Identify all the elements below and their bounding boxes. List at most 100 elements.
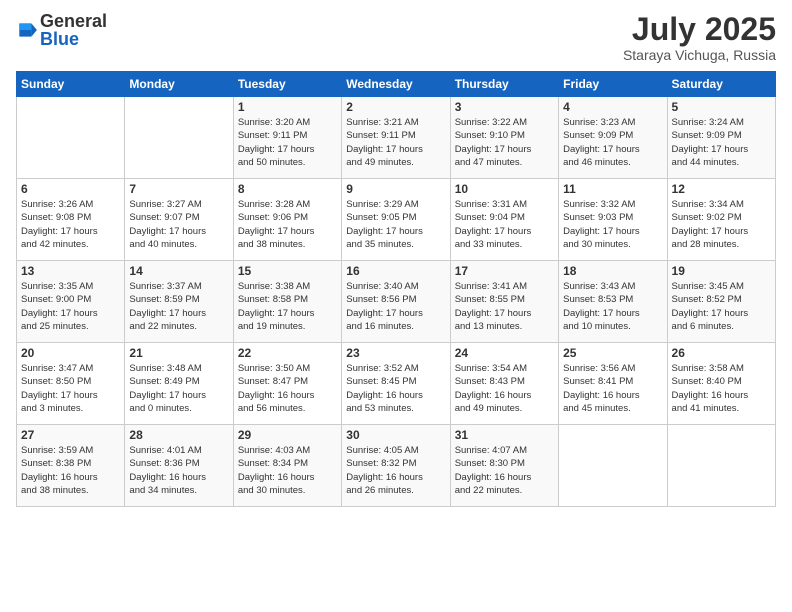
day-number: 21	[129, 346, 228, 360]
day-number: 20	[21, 346, 120, 360]
calendar-cell: 11 Sunrise: 3:32 AM Sunset: 9:03 PM Dayli…	[559, 179, 667, 261]
day-number: 3	[455, 100, 554, 114]
calendar-cell: 29 Sunrise: 4:03 AM Sunset: 8:34 PM Dayli…	[233, 425, 341, 507]
week-row-1: 1Sunrise: 3:20 AM Sunset: 9:11 PM Daylig…	[17, 97, 776, 179]
day-number: 11	[563, 182, 662, 196]
calendar-table: Sunday Monday Tuesday Wednesday Thursday…	[16, 71, 776, 507]
week-row-2: 6 Sunrise: 3:26 AM Sunset: 9:08 PM Daylig…	[17, 179, 776, 261]
day-number: 25	[563, 346, 662, 360]
calendar-cell: 5 Sunrise: 3:24 AM Sunset: 9:09 PM Daylig…	[667, 97, 775, 179]
calendar-cell: 31 Sunrise: 4:07 AM Sunset: 8:30 PM Dayli…	[450, 425, 558, 507]
day-info: Sunrise: 3:45 AM Sunset: 8:52 PM Dayligh…	[672, 280, 771, 333]
day-info: Sunrise: 4:05 AM Sunset: 8:32 PM Dayligh…	[346, 444, 445, 497]
day-info: Sunrise: 3:29 AM Sunset: 9:05 PM Dayligh…	[346, 198, 445, 251]
day-number: 31	[455, 428, 554, 442]
day-number: 24	[455, 346, 554, 360]
calendar-cell: 30 Sunrise: 4:05 AM Sunset: 8:32 PM Dayli…	[342, 425, 450, 507]
calendar-cell: 22 Sunrise: 3:50 AM Sunset: 8:47 PM Dayli…	[233, 343, 341, 425]
day-number: 19	[672, 264, 771, 278]
header: General Blue July 2025 Staraya Vichuga, …	[16, 12, 776, 63]
day-number: 30	[346, 428, 445, 442]
logo-icon	[16, 19, 38, 41]
day-number: 27	[21, 428, 120, 442]
day-info: Sunrise: 4:01 AM Sunset: 8:36 PM Dayligh…	[129, 444, 228, 497]
calendar-cell: 24 Sunrise: 3:54 AM Sunset: 8:43 PM Dayli…	[450, 343, 558, 425]
calendar-cell: 26 Sunrise: 3:58 AM Sunset: 8:40 PM Dayli…	[667, 343, 775, 425]
day-info: Sunrise: 3:56 AM Sunset: 8:41 PM Dayligh…	[563, 362, 662, 415]
day-number: 9	[346, 182, 445, 196]
header-row: Sunday Monday Tuesday Wednesday Thursday…	[17, 72, 776, 97]
day-info: Sunrise: 3:48 AM Sunset: 8:49 PM Dayligh…	[129, 362, 228, 415]
day-number: 15	[238, 264, 337, 278]
month-year: July 2025	[623, 12, 776, 47]
day-info: Sunrise: 3:27 AM Sunset: 9:07 PM Dayligh…	[129, 198, 228, 251]
day-number: 6	[21, 182, 120, 196]
week-row-5: 27 Sunrise: 3:59 AM Sunset: 8:38 PM Dayli…	[17, 425, 776, 507]
day-info: Sunrise: 3:50 AM Sunset: 8:47 PM Dayligh…	[238, 362, 337, 415]
day-info: Sunrise: 4:03 AM Sunset: 8:34 PM Dayligh…	[238, 444, 337, 497]
calendar-cell: 12 Sunrise: 3:34 AM Sunset: 9:02 PM Dayli…	[667, 179, 775, 261]
day-info: Sunrise: 3:34 AM Sunset: 9:02 PM Dayligh…	[672, 198, 771, 251]
calendar-cell: 4Sunrise: 3:23 AM Sunset: 9:09 PM Daylig…	[559, 97, 667, 179]
day-info: Sunrise: 3:32 AM Sunset: 9:03 PM Dayligh…	[563, 198, 662, 251]
day-info: Sunrise: 3:24 AM Sunset: 9:09 PM Dayligh…	[672, 116, 771, 169]
day-info: Sunrise: 3:22 AM Sunset: 9:10 PM Dayligh…	[455, 116, 554, 169]
calendar-cell: 21 Sunrise: 3:48 AM Sunset: 8:49 PM Dayli…	[125, 343, 233, 425]
calendar-cell: 23Sunrise: 3:52 AM Sunset: 8:45 PM Dayli…	[342, 343, 450, 425]
calendar-cell: 18Sunrise: 3:43 AM Sunset: 8:53 PM Dayli…	[559, 261, 667, 343]
day-number: 7	[129, 182, 228, 196]
day-number: 17	[455, 264, 554, 278]
calendar-cell: 10 Sunrise: 3:31 AM Sunset: 9:04 PM Dayli…	[450, 179, 558, 261]
day-number: 22	[238, 346, 337, 360]
logo: General Blue	[16, 12, 107, 48]
calendar-cell: 19 Sunrise: 3:45 AM Sunset: 8:52 PM Dayli…	[667, 261, 775, 343]
calendar-cell: 2 Sunrise: 3:21 AM Sunset: 9:11 PM Daylig…	[342, 97, 450, 179]
day-number: 10	[455, 182, 554, 196]
calendar-cell: 8Sunrise: 3:28 AM Sunset: 9:06 PM Daylig…	[233, 179, 341, 261]
day-info: Sunrise: 3:23 AM Sunset: 9:09 PM Dayligh…	[563, 116, 662, 169]
day-number: 23	[346, 346, 445, 360]
col-tuesday: Tuesday	[233, 72, 341, 97]
day-info: Sunrise: 3:31 AM Sunset: 9:04 PM Dayligh…	[455, 198, 554, 251]
day-info: Sunrise: 3:38 AM Sunset: 8:58 PM Dayligh…	[238, 280, 337, 333]
page: General Blue July 2025 Staraya Vichuga, …	[0, 0, 792, 612]
calendar-cell: 16Sunrise: 3:40 AM Sunset: 8:56 PM Dayli…	[342, 261, 450, 343]
day-number: 12	[672, 182, 771, 196]
calendar-cell	[17, 97, 125, 179]
calendar-cell: 15 Sunrise: 3:38 AM Sunset: 8:58 PM Dayli…	[233, 261, 341, 343]
day-info: Sunrise: 3:58 AM Sunset: 8:40 PM Dayligh…	[672, 362, 771, 415]
col-wednesday: Wednesday	[342, 72, 450, 97]
day-number: 5	[672, 100, 771, 114]
calendar-cell	[125, 97, 233, 179]
day-info: Sunrise: 3:35 AM Sunset: 9:00 PM Dayligh…	[21, 280, 120, 333]
day-number: 29	[238, 428, 337, 442]
day-info: Sunrise: 4:07 AM Sunset: 8:30 PM Dayligh…	[455, 444, 554, 497]
day-number: 8	[238, 182, 337, 196]
col-friday: Friday	[559, 72, 667, 97]
calendar-cell	[667, 425, 775, 507]
day-info: Sunrise: 3:43 AM Sunset: 8:53 PM Dayligh…	[563, 280, 662, 333]
day-info: Sunrise: 3:21 AM Sunset: 9:11 PM Dayligh…	[346, 116, 445, 169]
day-number: 26	[672, 346, 771, 360]
col-sunday: Sunday	[17, 72, 125, 97]
calendar-cell: 13 Sunrise: 3:35 AM Sunset: 9:00 PM Dayli…	[17, 261, 125, 343]
calendar-cell: 28Sunrise: 4:01 AM Sunset: 8:36 PM Dayli…	[125, 425, 233, 507]
location: Staraya Vichuga, Russia	[623, 47, 776, 63]
calendar-cell: 27 Sunrise: 3:59 AM Sunset: 8:38 PM Dayli…	[17, 425, 125, 507]
calendar-cell	[559, 425, 667, 507]
day-info: Sunrise: 3:47 AM Sunset: 8:50 PM Dayligh…	[21, 362, 120, 415]
week-row-4: 20 Sunrise: 3:47 AM Sunset: 8:50 PM Dayli…	[17, 343, 776, 425]
day-info: Sunrise: 3:20 AM Sunset: 9:11 PM Dayligh…	[238, 116, 337, 169]
day-number: 2	[346, 100, 445, 114]
title-block: July 2025 Staraya Vichuga, Russia	[623, 12, 776, 63]
day-info: Sunrise: 3:59 AM Sunset: 8:38 PM Dayligh…	[21, 444, 120, 497]
day-number: 13	[21, 264, 120, 278]
day-number: 14	[129, 264, 228, 278]
calendar-cell: 1Sunrise: 3:20 AM Sunset: 9:11 PM Daylig…	[233, 97, 341, 179]
calendar-cell: 14Sunrise: 3:37 AM Sunset: 8:59 PM Dayli…	[125, 261, 233, 343]
logo-text: General Blue	[40, 12, 107, 48]
day-info: Sunrise: 3:26 AM Sunset: 9:08 PM Dayligh…	[21, 198, 120, 251]
col-thursday: Thursday	[450, 72, 558, 97]
calendar-cell: 25 Sunrise: 3:56 AM Sunset: 8:41 PM Dayli…	[559, 343, 667, 425]
day-info: Sunrise: 3:54 AM Sunset: 8:43 PM Dayligh…	[455, 362, 554, 415]
